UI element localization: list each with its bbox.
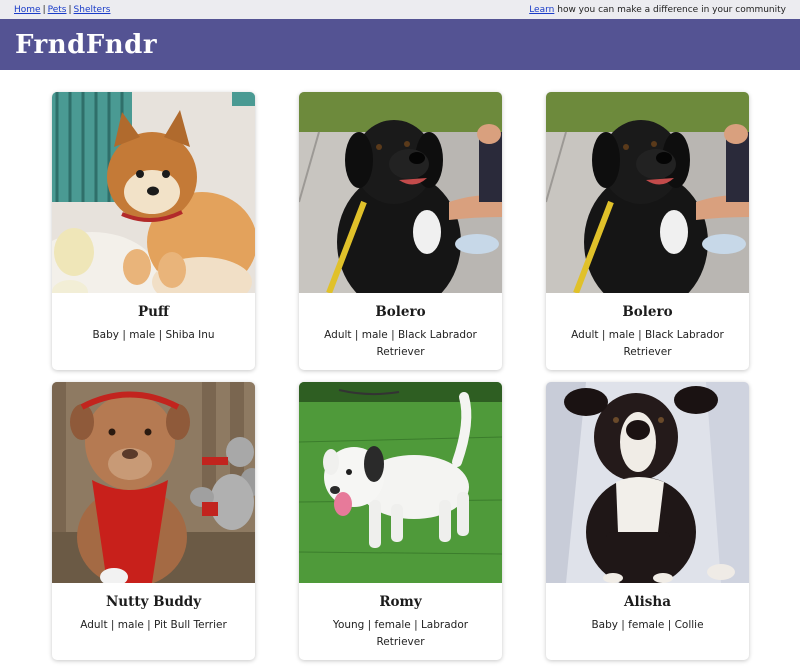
nav-separator: | bbox=[68, 4, 72, 15]
pet-photo[interactable] bbox=[299, 382, 502, 583]
pet-photo[interactable] bbox=[52, 92, 255, 293]
pet-photo[interactable] bbox=[546, 382, 749, 583]
nav-separator: | bbox=[42, 4, 46, 15]
learn-message: Learn how you can make a difference in y… bbox=[529, 5, 786, 15]
site-header: FrndFndr bbox=[0, 19, 800, 70]
pet-card[interactable]: Romy Young | female | Labrador Retriever bbox=[299, 382, 502, 660]
pet-card[interactable]: Bolero Adult | male | Black Labrador Ret… bbox=[299, 92, 502, 370]
learn-link[interactable]: Learn bbox=[529, 5, 554, 15]
pet-details: Young | female | Labrador Retriever bbox=[332, 619, 469, 648]
pet-details: Baby | male | Shiba Inu bbox=[92, 329, 215, 341]
brand-logo[interactable]: FrndFndr bbox=[15, 30, 157, 60]
pet-name[interactable]: Alisha bbox=[546, 594, 749, 610]
pet-details: Adult | male | Black Labrador Retriever bbox=[571, 329, 724, 358]
pet-card[interactable]: Bolero Adult | male | Black Labrador Ret… bbox=[546, 92, 749, 370]
pet-details: Adult | male | Black Labrador Retriever bbox=[324, 329, 477, 358]
nav-link-home[interactable]: Home bbox=[14, 5, 41, 15]
pet-name[interactable]: Bolero bbox=[299, 304, 502, 320]
pet-photo[interactable] bbox=[546, 92, 749, 293]
pet-photo[interactable] bbox=[299, 92, 502, 293]
pet-card[interactable]: Puff Baby | male | Shiba Inu bbox=[52, 92, 255, 370]
pet-details: Adult | male | Pit Bull Terrier bbox=[80, 619, 227, 631]
top-nav-bar: Home | Pets | Shelters Learn how you can mak… bbox=[0, 0, 800, 19]
pet-name[interactable]: Nutty Buddy bbox=[52, 594, 255, 610]
pet-card[interactable]: Alisha Baby | female | Collie bbox=[546, 382, 749, 660]
learn-text: how you can make a difference in your co… bbox=[557, 4, 786, 15]
pet-grid: Puff Baby | male | Shiba Inu Bolero Adul… bbox=[52, 92, 749, 660]
top-nav-links: Home | Pets | Shelters bbox=[14, 5, 110, 15]
nav-link-shelters[interactable]: Shelters bbox=[74, 5, 111, 15]
nav-link-pets[interactable]: Pets bbox=[48, 5, 67, 15]
pet-name[interactable]: Puff bbox=[52, 304, 255, 320]
pet-details: Baby | female | Collie bbox=[591, 619, 704, 631]
pet-name[interactable]: Bolero bbox=[546, 304, 749, 320]
pet-name[interactable]: Romy bbox=[299, 594, 502, 610]
pet-card[interactable]: Nutty Buddy Adult | male | Pit Bull Terr… bbox=[52, 382, 255, 660]
pet-photo[interactable] bbox=[52, 382, 255, 583]
